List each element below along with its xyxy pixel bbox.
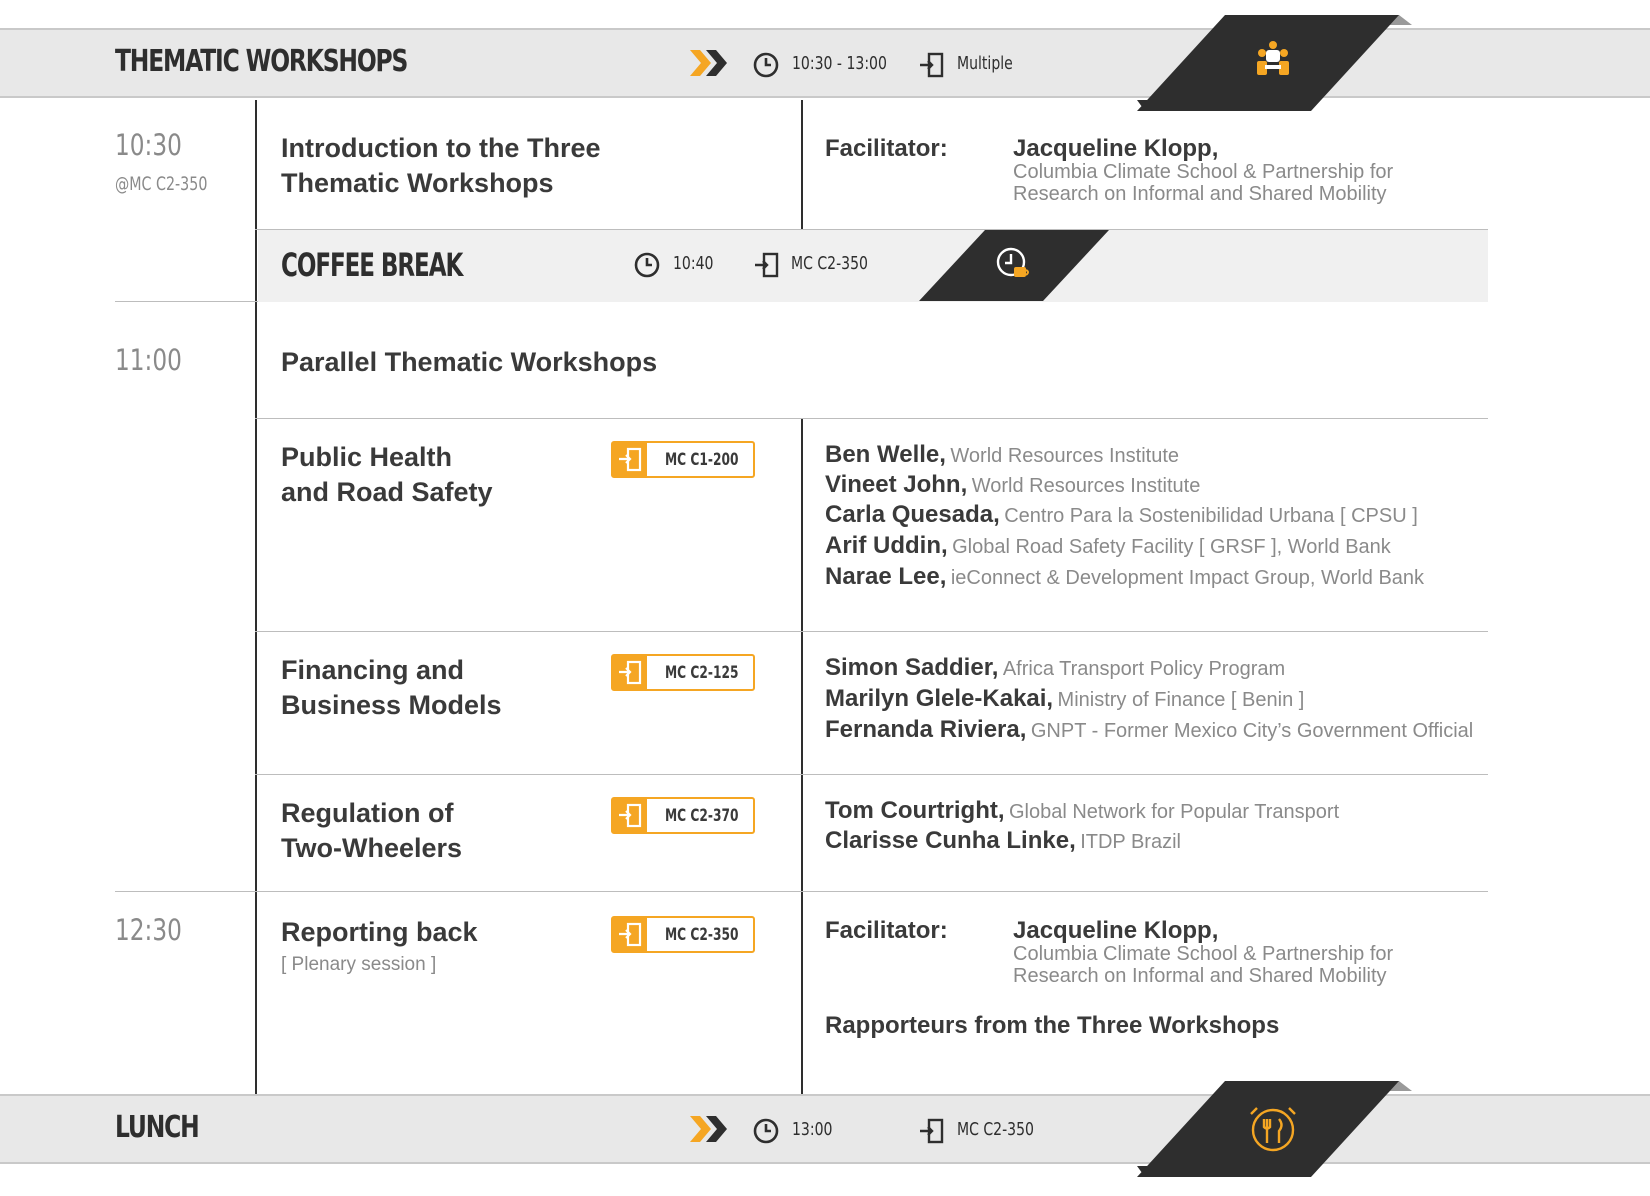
session-location: Multiple [957,53,1013,74]
session-title: Introduction to the Three Thematic Works… [281,133,601,198]
lunch-room: MC C2-350 [957,1119,1034,1140]
coffee-room: MC C2-350 [791,253,868,274]
facilitator-label: Facilitator: [825,135,948,162]
slot-room: @MC C2-350 [115,173,208,195]
door-enter-icon [613,918,647,951]
parallel-workshops-title: Parallel Thematic Workshops [281,347,658,377]
door-enter-icon [920,52,944,78]
speaker-entry: Tom Courtright, Global Network for Popul… [825,797,1340,824]
section-title: THEMATIC WORKSHOPS [115,44,408,79]
speaker-entry: Marilyn Glele-Kakai, Ministry of Finance… [825,685,1305,712]
room-badge: MC C2-350 [611,916,755,953]
speaker-entry: Arif Uddin, Global Road Safety Facility … [825,532,1391,559]
row-divider [115,891,1488,892]
lunch-badge [1137,1081,1412,1177]
column-divider [801,418,803,1095]
clock-icon [753,52,779,78]
room-code: MC C2-350 [665,925,739,945]
clock-icon [753,1118,779,1144]
room-code: MC C2-370 [665,806,739,826]
door-enter-icon [613,656,647,689]
slot-time: 10:30 [115,128,182,162]
speaker-entry: Simon Saddier, Africa Transport Policy P… [825,654,1286,681]
slot-time: 11:00 [115,343,182,377]
coffee-time: 10:40 [673,253,714,274]
speaker-entry: Narae Lee, ieConnect & Development Impac… [825,563,1425,590]
time-column-divider [255,100,257,1095]
facilitator-name: Jacqueline Klopp, [1013,135,1219,162]
speaker-entry: Carla Quesada, Centro Para la Sostenibil… [825,501,1418,528]
speaker-entry: Vineet John, World Resources Institute [825,471,1201,498]
door-enter-icon [920,1118,944,1144]
room-badge: MC C2-125 [611,654,755,691]
door-enter-icon [755,252,779,278]
door-enter-icon [613,443,647,476]
row-divider [255,774,1488,775]
session-subtitle: [ Plenary session ] [281,954,437,975]
session-time: 10:30 - 13:00 [792,53,887,74]
row-divider [255,631,1488,632]
speaker-entry: Ben Welle, World Resources Institute [825,441,1180,468]
section-title: LUNCH [115,1110,200,1145]
clock-icon [634,252,660,278]
facilitator-affiliation: Columbia Climate School & Partnership fo… [1013,943,1394,987]
slot-time: 12:30 [115,913,182,947]
row-divider [255,418,1488,419]
room-code: MC C1-200 [665,450,739,470]
coffee-badge [919,230,1109,301]
rapporteurs-note: Rapporteurs from the Three Workshops [825,1012,1280,1039]
room-badge: MC C1-200 [611,441,755,478]
lunch-time: 13:00 [792,1119,833,1140]
facilitator-name: Jacqueline Klopp, [1013,917,1219,944]
chevrons-icon [690,1116,727,1142]
room-badge: MC C2-370 [611,797,755,834]
facilitator-affiliation: Columbia Climate School & Partnership fo… [1013,161,1394,205]
banner-badge [1137,15,1412,111]
door-enter-icon [613,799,647,832]
chevrons-icon [690,50,727,76]
facilitator-label: Facilitator: [825,917,948,944]
column-divider [801,100,803,230]
workshop-title: Financing and Business Models [281,655,502,720]
workshop-title: Public Health and Road Safety [281,442,493,507]
workshop-title: Regulation of Two-Wheelers [281,798,463,863]
speaker-entry: Fernanda Riviera, GNPT - Former Mexico C… [825,716,1474,743]
room-code: MC C2-125 [665,663,739,683]
coffee-break-title: COFFEE BREAK [281,246,463,284]
speaker-entry: Clarisse Cunha Linke, ITDP Brazil [825,827,1181,854]
session-title: Reporting back [281,917,478,947]
